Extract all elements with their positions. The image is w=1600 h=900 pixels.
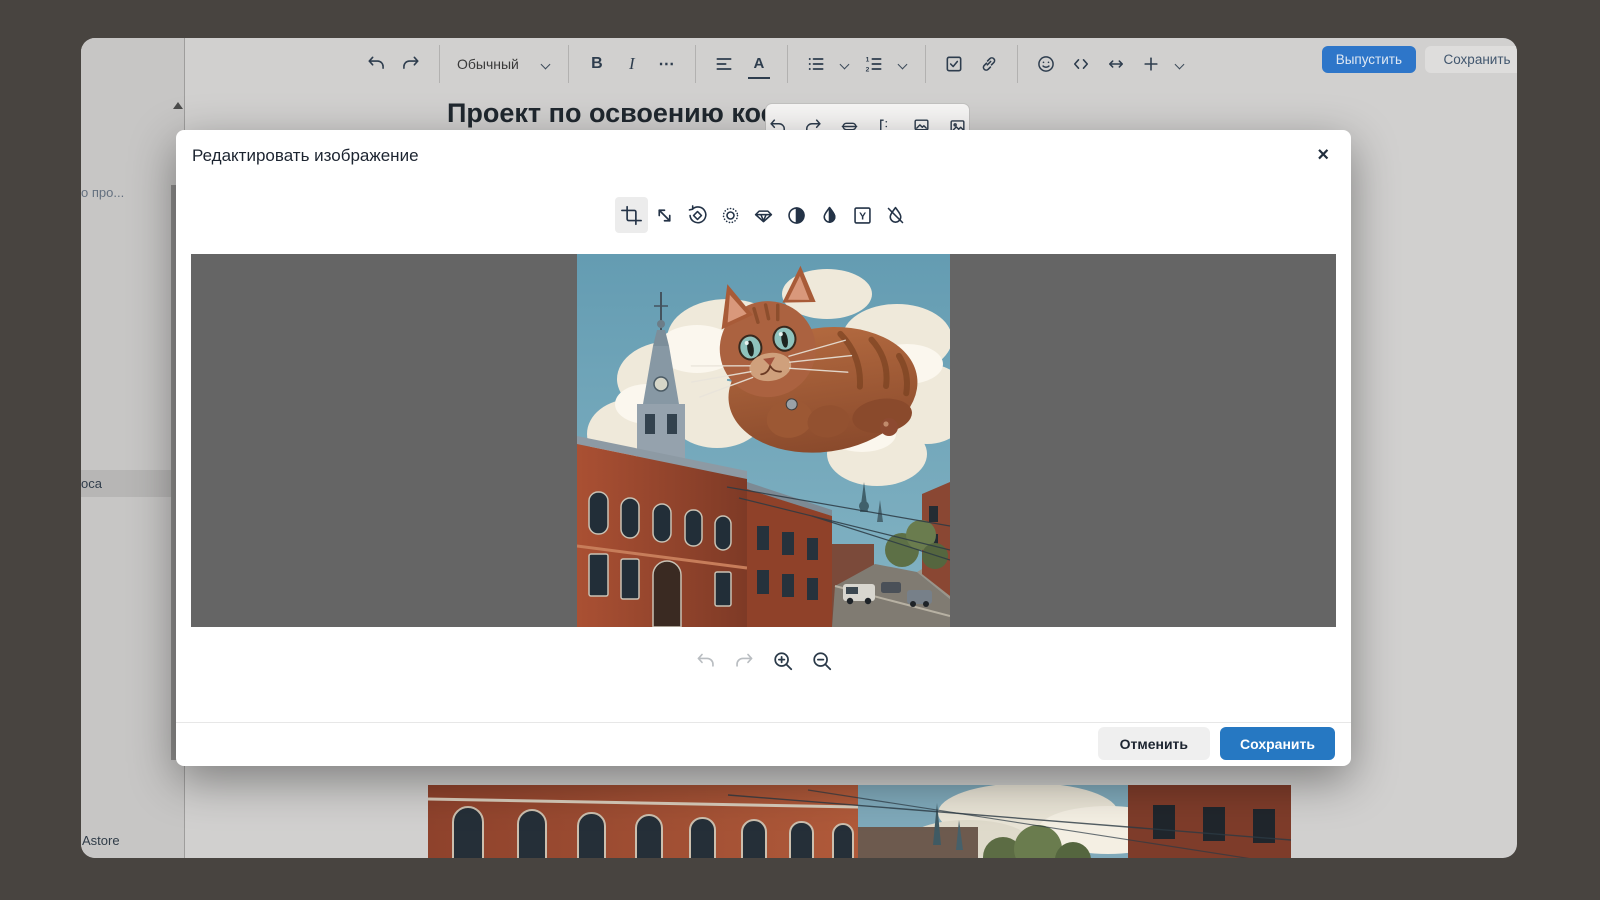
scroll-up-arrow-icon[interactable] bbox=[173, 102, 183, 109]
chevron-down-icon bbox=[541, 59, 551, 69]
saturation-tool-icon[interactable] bbox=[813, 197, 846, 233]
code-icon[interactable] bbox=[1070, 49, 1092, 79]
undo-icon[interactable] bbox=[692, 648, 718, 674]
save-button[interactable]: Сохранить bbox=[1220, 727, 1335, 760]
gamma-tool-icon[interactable]: Y bbox=[846, 197, 879, 233]
footer-divider bbox=[176, 722, 1351, 723]
rotate-tool-icon[interactable] bbox=[681, 197, 714, 233]
zoom-in-icon[interactable] bbox=[770, 648, 796, 674]
svg-text:1: 1 bbox=[866, 57, 870, 64]
toolbar-separator bbox=[695, 45, 696, 83]
publish-button[interactable]: Выпустить bbox=[1322, 46, 1416, 73]
blur-tool-icon[interactable] bbox=[879, 197, 912, 233]
image-edit-modal: Редактировать изображение × Y bbox=[176, 130, 1351, 766]
image-preview[interactable] bbox=[577, 254, 950, 627]
paragraph-style-value: Обычный bbox=[457, 56, 519, 72]
sidebar-account-label[interactable]: Astore bbox=[82, 833, 120, 848]
save-draft-button[interactable]: Сохранить bbox=[1425, 46, 1517, 73]
modal-title: Редактировать изображение bbox=[192, 146, 419, 166]
chevron-down-icon[interactable] bbox=[898, 59, 908, 69]
numbered-list-icon[interactable]: 12 bbox=[863, 49, 885, 79]
redo-icon[interactable] bbox=[731, 648, 757, 674]
modal-footer: Отменить Сохранить bbox=[1098, 727, 1335, 760]
history-controls bbox=[176, 648, 1351, 674]
close-icon[interactable]: × bbox=[1317, 142, 1329, 168]
more-formats-button[interactable]: ⋯ bbox=[656, 49, 678, 79]
svg-text:2: 2 bbox=[866, 67, 870, 74]
link-icon[interactable] bbox=[978, 49, 1000, 79]
bulleted-list-icon[interactable] bbox=[805, 49, 827, 79]
sidebar-item-selected[interactable]: оса bbox=[81, 470, 185, 497]
brightness-tool-icon[interactable] bbox=[714, 197, 747, 233]
italic-button[interactable]: I bbox=[621, 49, 643, 79]
image-tools-toolbar: Y bbox=[176, 197, 1351, 233]
text-color-button[interactable]: A bbox=[748, 49, 770, 79]
sidebar: о про... оса Astore bbox=[81, 38, 185, 858]
insert-plus-icon[interactable] bbox=[1140, 49, 1162, 79]
emoji-icon[interactable] bbox=[1035, 49, 1057, 79]
crop-tool-icon[interactable] bbox=[615, 197, 648, 233]
chevron-down-icon[interactable] bbox=[840, 59, 850, 69]
document-image[interactable] bbox=[428, 785, 1291, 858]
enhance-tool-icon[interactable] bbox=[747, 197, 780, 233]
toolbar-separator bbox=[568, 45, 569, 83]
full-width-icon[interactable] bbox=[1105, 49, 1127, 79]
resize-tool-icon[interactable] bbox=[648, 197, 681, 233]
cancel-button[interactable]: Отменить bbox=[1098, 727, 1210, 760]
zoom-out-icon[interactable] bbox=[809, 648, 835, 674]
chevron-down-icon[interactable] bbox=[1175, 59, 1185, 69]
paragraph-style-select[interactable]: Обычный bbox=[457, 56, 551, 72]
toolbar-separator bbox=[787, 45, 788, 83]
undo-icon[interactable] bbox=[365, 49, 387, 79]
edit-canvas[interactable] bbox=[191, 254, 1336, 627]
editor-toolbar: Обычный B I ⋯ A 12 bbox=[365, 38, 1185, 90]
align-icon[interactable] bbox=[713, 49, 735, 79]
contrast-tool-icon[interactable] bbox=[780, 197, 813, 233]
document-title[interactable]: Проект по освоению кос bbox=[447, 98, 776, 129]
toolbar-separator bbox=[1017, 45, 1018, 83]
sidebar-item[interactable]: о про... bbox=[81, 185, 124, 200]
top-actions: Выпустить Сохранить bbox=[1322, 46, 1517, 73]
bold-button[interactable]: B bbox=[586, 49, 608, 79]
redo-icon[interactable] bbox=[400, 49, 422, 79]
checklist-icon[interactable] bbox=[943, 49, 965, 79]
toolbar-separator bbox=[925, 45, 926, 83]
toolbar-separator bbox=[439, 45, 440, 83]
svg-text:Y: Y bbox=[859, 210, 866, 222]
